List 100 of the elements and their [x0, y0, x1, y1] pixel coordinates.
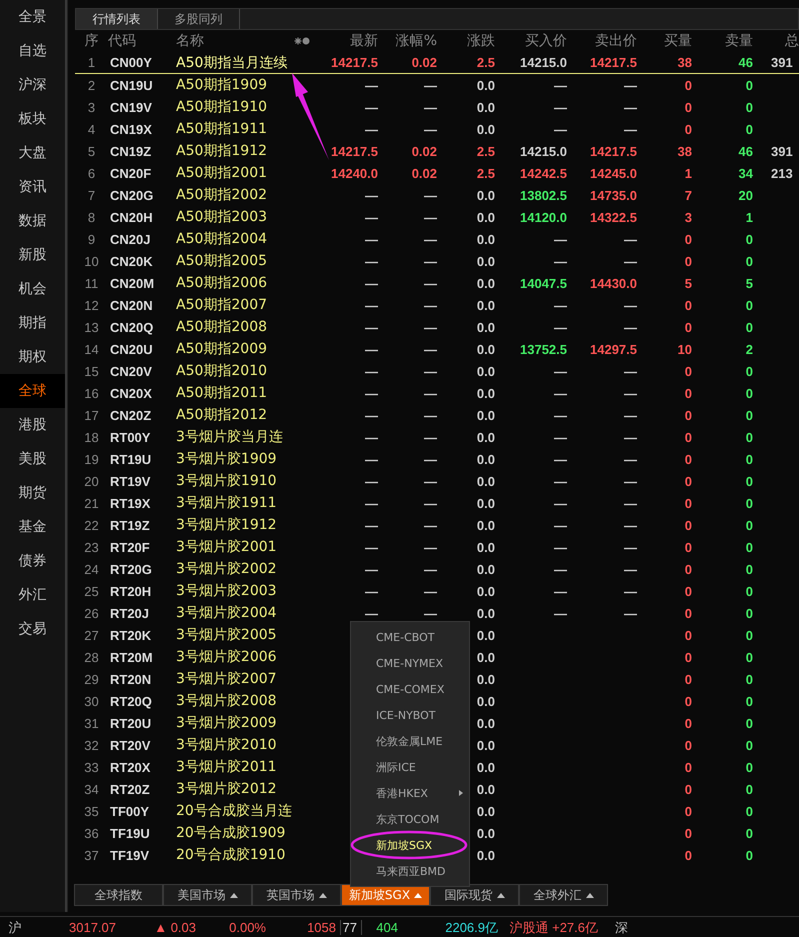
table-cell[interactable]: A50期指1909	[172, 76, 310, 94]
table-cell[interactable]: A50期指1912	[172, 142, 310, 160]
table-cell: 0	[684, 672, 692, 686]
asterisk-dot-icon[interactable]	[294, 37, 310, 45]
table-cell[interactable]: 3号烟片胶2001	[172, 538, 310, 556]
table-cell[interactable]: A50期指2004	[172, 230, 310, 248]
sidebar-item[interactable]: 大盘	[0, 136, 65, 170]
table-cell: —	[365, 276, 378, 290]
table-cell[interactable]: A50期指当月连续	[172, 54, 310, 72]
status-value: 0.00%	[229, 920, 266, 935]
menu-item[interactable]: ICE-NYBOT	[351, 702, 469, 728]
row-number: 8	[86, 210, 96, 224]
row-number: 35	[83, 804, 100, 818]
table-cell: 14217.5	[331, 55, 378, 70]
table-cell[interactable]: 3号烟片胶2011	[172, 758, 310, 776]
table-cell: —	[424, 584, 437, 598]
tab[interactable]: 行情列表	[76, 9, 158, 29]
table-cell[interactable]: A50期指2006	[172, 274, 310, 292]
menu-item[interactable]: 香港HKEX	[351, 780, 469, 806]
menu-item[interactable]: 新加坡SGX	[351, 832, 469, 858]
table-cell[interactable]: A50期指2012	[172, 406, 310, 424]
sidebar-item[interactable]: 新股	[0, 238, 65, 272]
table-cell-text: RT20V	[109, 738, 152, 752]
sidebar-item[interactable]: 资讯	[0, 170, 65, 204]
sidebar-item[interactable]: 自选	[0, 34, 65, 68]
market-tab[interactable]: 全球指数	[74, 884, 163, 906]
table-cell[interactable]: A50期指1910	[172, 98, 310, 116]
table-cell[interactable]: 3号烟片胶2008	[172, 692, 310, 710]
table-cell: 0	[746, 474, 753, 488]
table-cell[interactable]: 3号烟片胶2003	[172, 582, 310, 600]
market-tab[interactable]: 英国市场	[252, 884, 341, 906]
sidebar-item[interactable]: 交易	[0, 612, 65, 646]
table-cell-text: RT20H	[109, 584, 152, 598]
table-cell[interactable]: 3号烟片胶1909	[172, 450, 310, 468]
menu-item[interactable]: 东京TOCOM	[351, 806, 469, 832]
sidebar-item[interactable]: 基金	[0, 510, 65, 544]
table-cell: —	[554, 584, 567, 598]
menu-item[interactable]: CME-COMEX	[351, 676, 469, 702]
table-cell: —	[554, 254, 567, 268]
sidebar-item[interactable]: 债券	[0, 544, 65, 578]
table-cell[interactable]: A50期指2008	[172, 318, 310, 336]
sidebar-item[interactable]: 期指	[0, 306, 65, 340]
table-cell: 1	[684, 166, 692, 180]
table-cell: —	[365, 210, 378, 224]
menu-item[interactable]: 洲际ICE	[351, 754, 469, 780]
table-cell-text: RT20G	[109, 562, 153, 576]
market-tab[interactable]: 美国市场	[163, 884, 252, 906]
table-cell[interactable]: A50期指2011	[172, 384, 310, 402]
sidebar-item[interactable]: 数据	[0, 204, 65, 238]
menu-item[interactable]: CME-CBOT	[351, 624, 469, 650]
market-tab[interactable]: 国际现货	[430, 884, 519, 906]
table-cell: —	[365, 584, 378, 598]
table-cell[interactable]: A50期指2009	[172, 340, 310, 358]
table-cell[interactable]: 3号烟片胶2002	[172, 560, 310, 578]
sidebar-item[interactable]: 全球	[0, 374, 65, 408]
market-tab[interactable]: 全球外汇	[519, 884, 608, 906]
sidebar-item[interactable]: 沪深	[0, 68, 65, 102]
sidebar-item[interactable]: 港股	[0, 408, 65, 442]
sidebar-item[interactable]: 期权	[0, 340, 65, 374]
table-cell[interactable]: 3号烟片胶2009	[172, 714, 310, 732]
table-cell: —	[554, 320, 567, 334]
sidebar-item[interactable]: 期货	[0, 476, 65, 510]
row-number: 18	[83, 430, 100, 444]
menu-item[interactable]: 伦敦金属LME	[351, 728, 469, 754]
table-cell[interactable]: A50期指2005	[172, 252, 310, 270]
sidebar-item[interactable]: 机会	[0, 272, 65, 306]
column-header: 总	[784, 32, 799, 50]
table-cell: —	[424, 474, 437, 488]
table-cell[interactable]: 3号烟片胶1911	[172, 494, 310, 512]
table-cell[interactable]: A50期指2010	[172, 362, 310, 380]
sidebar-item[interactable]: 全景	[0, 0, 65, 34]
table-cell[interactable]: 20号合成胶1909	[172, 824, 310, 842]
table-cell[interactable]: 3号烟片胶2010	[172, 736, 310, 754]
table-cell[interactable]: A50期指2001	[172, 164, 310, 182]
table-cell[interactable]: 3号烟片胶2006	[172, 648, 310, 666]
table-cell[interactable]: A50期指1911	[172, 120, 310, 138]
table-cell[interactable]: A50期指2007	[172, 296, 310, 314]
table-cell: 0.0	[476, 826, 495, 840]
table-cell[interactable]: 3号烟片胶2007	[172, 670, 310, 688]
table-cell: —	[624, 518, 637, 532]
table-cell[interactable]: 20号合成胶当月连	[172, 802, 310, 820]
table-cell[interactable]: A50期指2003	[172, 208, 310, 226]
table-cell[interactable]: 20号合成胶1910	[172, 846, 310, 864]
table-cell[interactable]: 3号烟片胶1910	[172, 472, 310, 490]
table-cell: 0	[684, 386, 692, 400]
sidebar-item[interactable]: 板块	[0, 102, 65, 136]
row-number: 4	[86, 122, 96, 136]
table-cell[interactable]: 3号烟片胶2012	[172, 780, 310, 798]
row-number: 34	[83, 782, 100, 796]
table-cell[interactable]: 3号烟片胶当月连	[172, 428, 310, 446]
menu-item[interactable]: 马来西亚BMD	[351, 858, 469, 884]
table-cell[interactable]: 3号烟片胶2005	[172, 626, 310, 644]
row-number: 5	[86, 144, 96, 158]
table-cell[interactable]: 3号烟片胶2004	[172, 604, 310, 622]
table-cell: 0.0	[476, 408, 495, 422]
menu-item[interactable]: CME-NYMEX	[351, 650, 469, 676]
sidebar-item[interactable]: 外汇	[0, 578, 65, 612]
sidebar-item[interactable]: 美股	[0, 442, 65, 476]
table-cell[interactable]: 3号烟片胶1912	[172, 516, 310, 534]
table-cell[interactable]: A50期指2002	[172, 186, 310, 204]
